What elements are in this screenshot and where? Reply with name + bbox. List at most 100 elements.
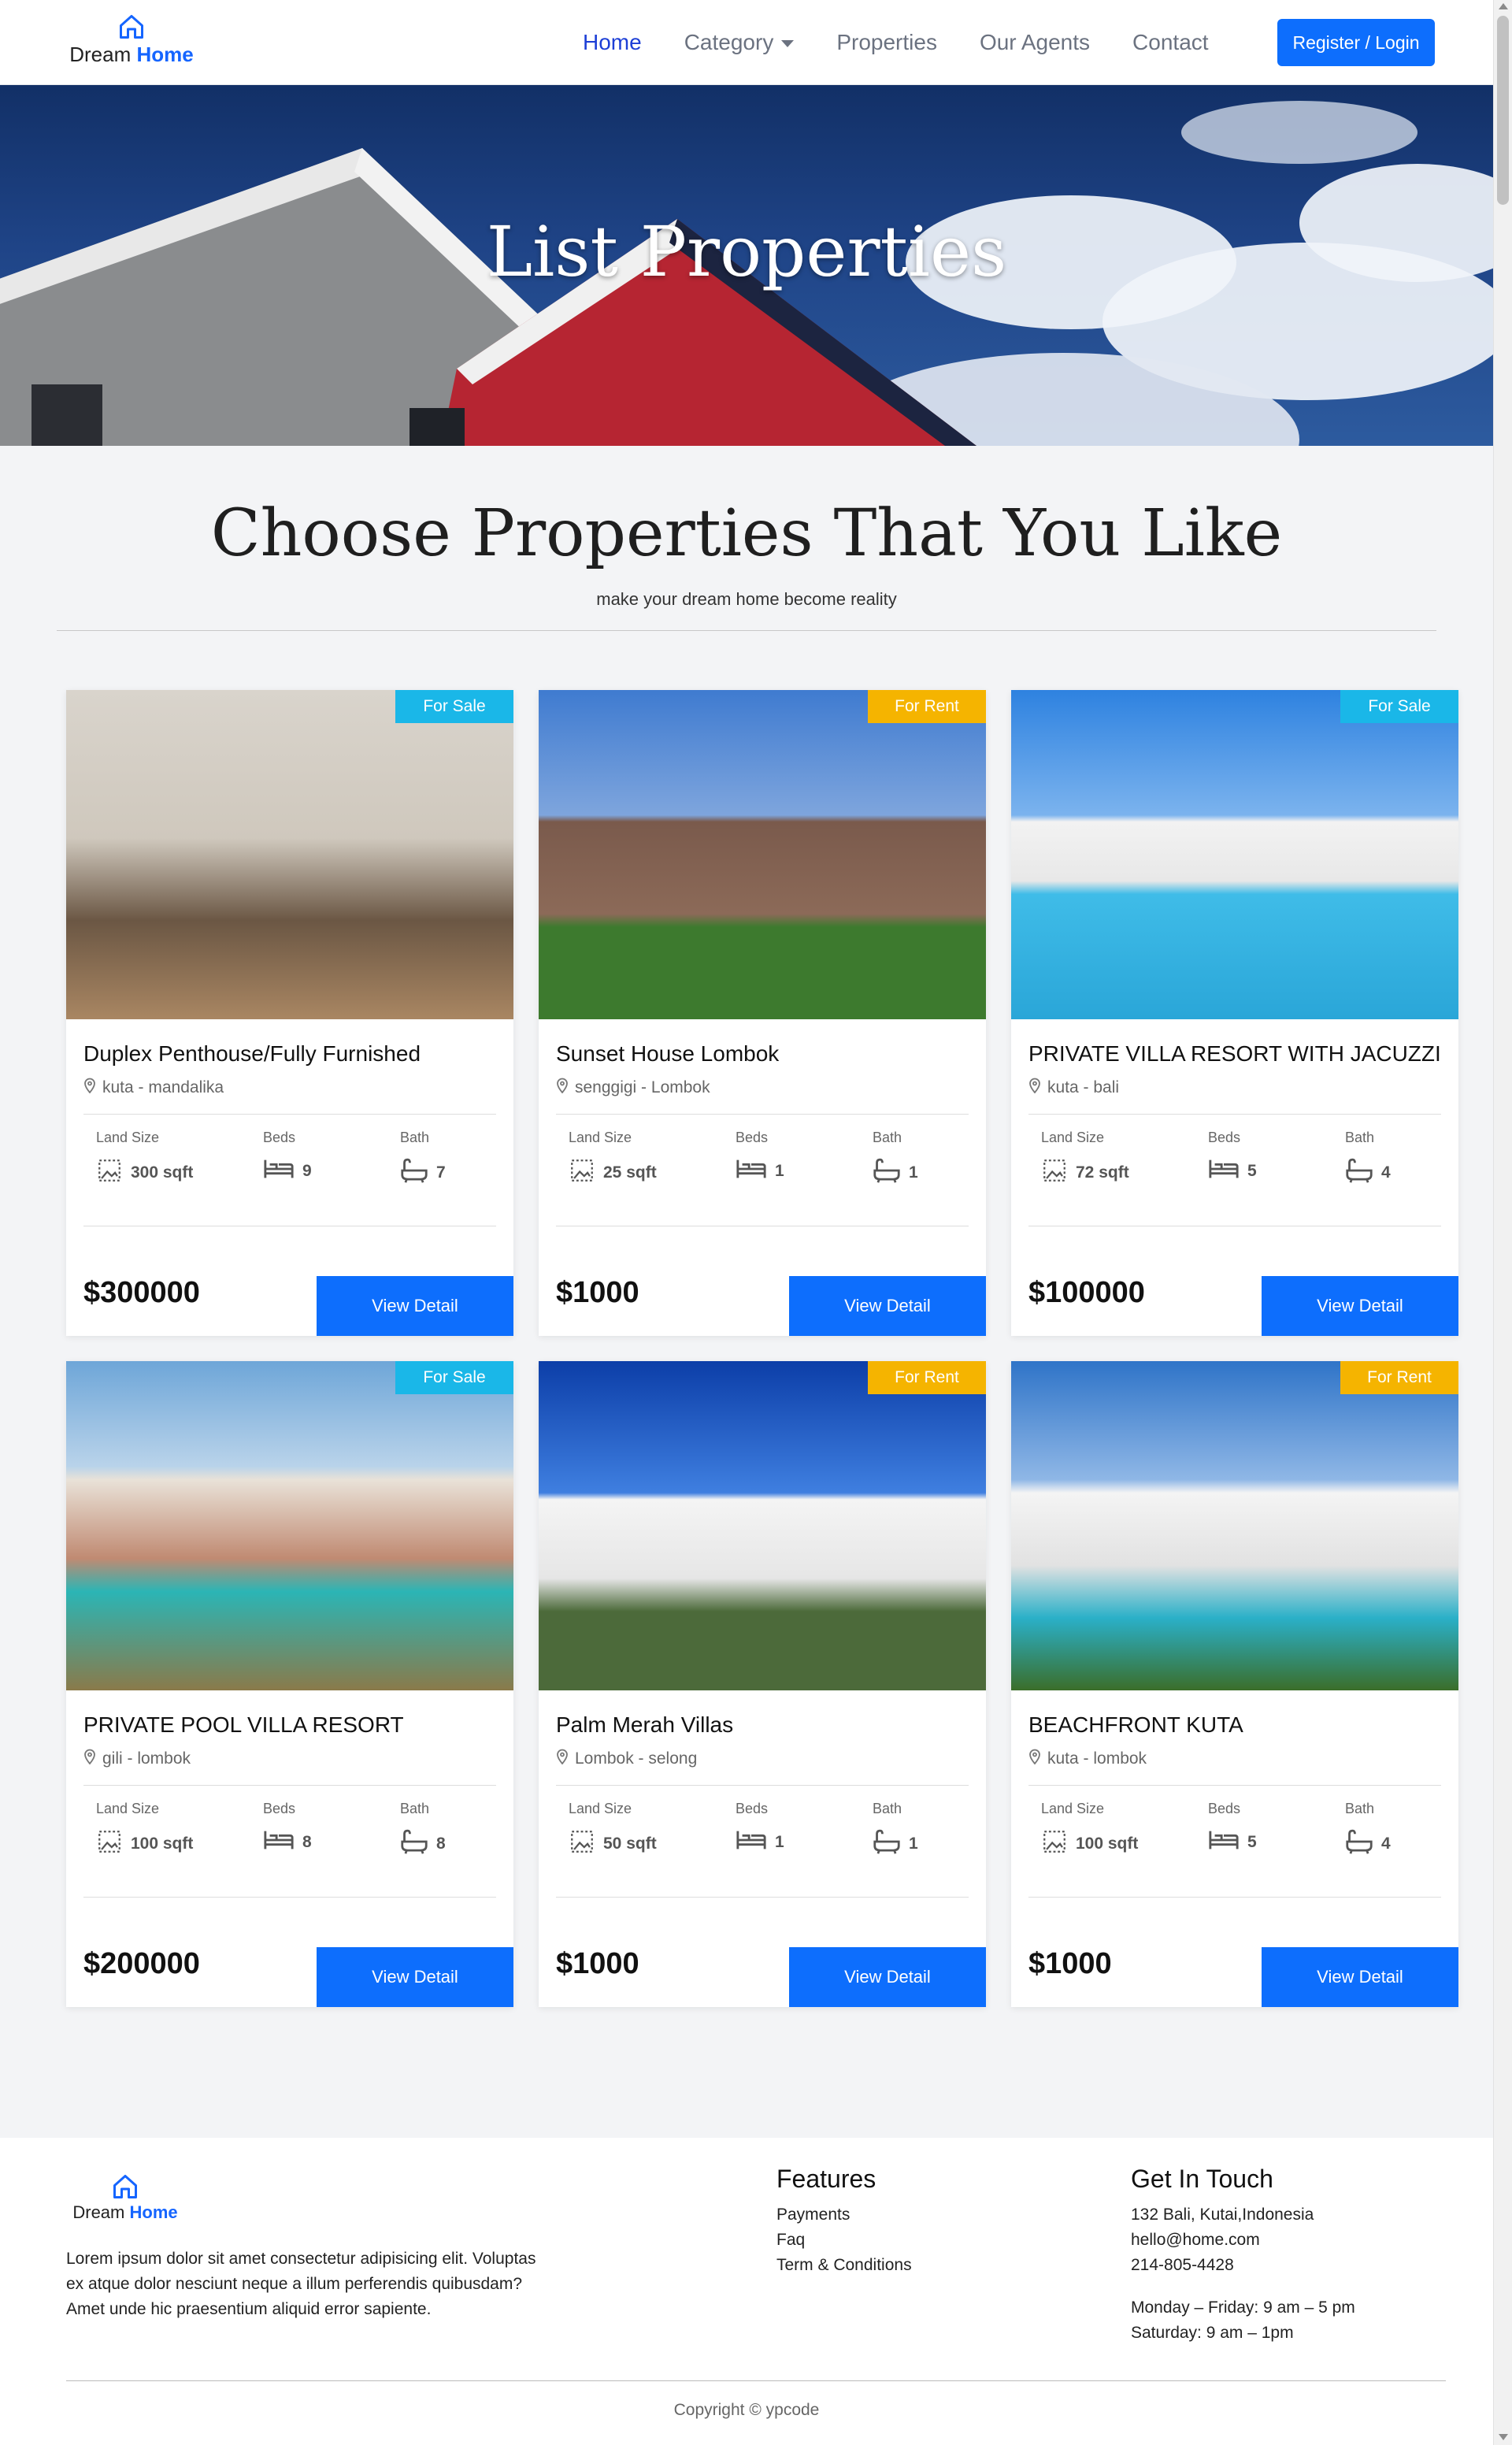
property-image[interactable]: For Rent xyxy=(539,690,986,1019)
property-card[interactable]: For Rent Palm Merah Villas Lombok - selong… xyxy=(539,1361,986,2007)
nav-contact[interactable]: Contact xyxy=(1132,30,1209,55)
card-divider xyxy=(556,1785,969,1786)
footer-brand-part1: Dream xyxy=(72,2202,125,2222)
card-divider xyxy=(556,1897,969,1898)
property-image[interactable]: For Rent xyxy=(539,1361,986,1690)
bed-icon xyxy=(1208,1157,1247,1185)
property-card[interactable]: For Rent BEACHFRONT KUTA kuta - lombok Land… xyxy=(1011,1361,1458,2007)
land-size-value-row: 300 sqft xyxy=(96,1157,193,1189)
property-card[interactable]: For Sale PRIVATE POOL VILLA RESORT gili - … xyxy=(66,1361,513,2007)
footer-email[interactable]: hello@home.com xyxy=(1131,2231,1260,2250)
location-pin-icon xyxy=(556,1749,575,1769)
card-divider xyxy=(83,1785,496,1786)
property-title[interactable]: PRIVATE VILLA RESORT WITH JACUZZI xyxy=(1028,1041,1441,1067)
beds-value-row: 8 xyxy=(263,1828,312,1857)
feature-bath: Bath 8 xyxy=(400,1801,446,1860)
bathtub-icon xyxy=(400,1157,436,1189)
register-login-button[interactable]: Register / Login xyxy=(1277,19,1435,66)
hero-banner: List Properties xyxy=(0,85,1493,446)
feature-bath: Bath 1 xyxy=(873,1130,918,1189)
nav-category-label: Category xyxy=(684,30,774,54)
location-text: kuta - lombok xyxy=(1047,1749,1147,1768)
chevron-down-icon xyxy=(781,40,795,48)
property-title[interactable]: BEACHFRONT KUTA xyxy=(1028,1712,1243,1738)
beds-value: 1 xyxy=(775,1162,784,1180)
property-price: $1000 xyxy=(1028,1947,1112,1980)
location-text: Lombok - selong xyxy=(575,1749,698,1768)
card-divider xyxy=(556,1114,969,1115)
nav-category[interactable]: Category xyxy=(684,30,795,55)
bed-icon xyxy=(263,1828,302,1857)
property-title[interactable]: Palm Merah Villas xyxy=(556,1712,733,1738)
bathtub-icon xyxy=(1345,1157,1381,1189)
footer-link-payments[interactable]: Payments xyxy=(776,2206,850,2224)
feature-beds: Beds 8 xyxy=(263,1801,312,1857)
navbar: Dream Home Home Category Properties Our … xyxy=(0,0,1493,85)
land-size-icon xyxy=(96,1157,131,1189)
property-image[interactable]: For Sale xyxy=(1011,690,1458,1019)
land-size-value: 50 sqft xyxy=(603,1835,657,1853)
beds-label: Beds xyxy=(736,1130,769,1145)
footer: Dream Home Lorem ipsum dolor sit amet co… xyxy=(0,2138,1493,2445)
feature-bath: Bath 4 xyxy=(1345,1801,1391,1860)
bath-value: 8 xyxy=(436,1835,446,1853)
view-detail-button[interactable]: View Detail xyxy=(789,1947,986,2007)
feature-land-size: Land Size 100 sqft xyxy=(1041,1801,1138,1860)
scroll-up-arrow-icon[interactable] xyxy=(1499,3,1508,9)
footer-link-terms[interactable]: Term & Conditions xyxy=(776,2256,912,2275)
scroll-down-arrow-icon[interactable] xyxy=(1499,2434,1508,2440)
feature-land-size: Land Size 100 sqft xyxy=(96,1801,193,1860)
card-divider xyxy=(83,1114,496,1115)
feature-beds: Beds 1 xyxy=(736,1130,784,1185)
section-subtitle: make your dream home become reality xyxy=(596,589,897,609)
page-scrollbar[interactable] xyxy=(1493,0,1512,2445)
view-detail-button[interactable]: View Detail xyxy=(789,1276,986,1336)
location-pin-icon xyxy=(83,1749,102,1769)
beds-value-row: 1 xyxy=(736,1157,784,1185)
bath-value: 1 xyxy=(909,1163,918,1182)
nav-our-agents[interactable]: Our Agents xyxy=(980,30,1090,55)
property-image[interactable]: For Sale xyxy=(66,1361,513,1690)
nav-properties[interactable]: Properties xyxy=(836,30,937,55)
property-card[interactable]: For Sale Duplex Penthouse/Fully Furnished… xyxy=(66,690,513,1336)
property-price: $100000 xyxy=(1028,1276,1145,1309)
bath-label: Bath xyxy=(1345,1801,1375,1816)
property-price: $1000 xyxy=(556,1276,639,1309)
bathtub-icon xyxy=(873,1828,909,1860)
view-detail-button[interactable]: View Detail xyxy=(317,1947,513,2007)
beds-label: Beds xyxy=(263,1801,296,1816)
property-location: Lombok - selong xyxy=(556,1749,697,1769)
footer-brand-logo[interactable]: Dream Home xyxy=(66,2172,184,2223)
location-pin-icon xyxy=(83,1078,102,1098)
view-detail-button[interactable]: View Detail xyxy=(1262,1947,1458,2007)
bed-icon xyxy=(263,1157,302,1185)
brand-logo[interactable]: Dream Home xyxy=(57,13,206,76)
property-title[interactable]: PRIVATE POOL VILLA RESORT xyxy=(83,1712,404,1738)
property-image[interactable]: For Rent xyxy=(1011,1361,1458,1690)
nav-home[interactable]: Home xyxy=(583,30,642,55)
beds-value-row: 5 xyxy=(1208,1157,1257,1185)
property-card[interactable]: For Sale PRIVATE VILLA RESORT WITH JACUZZ… xyxy=(1011,690,1458,1336)
nav-links: Home Category Properties Our Agents Cont… xyxy=(583,27,1251,58)
property-location: kuta - mandalika xyxy=(83,1078,224,1098)
footer-link-faq[interactable]: Faq xyxy=(776,2231,805,2250)
view-detail-button[interactable]: View Detail xyxy=(317,1276,513,1336)
property-card[interactable]: For Rent Sunset House Lombok senggigi - Lo… xyxy=(539,690,986,1336)
property-price: $1000 xyxy=(556,1947,639,1980)
location-text: kuta - mandalika xyxy=(102,1078,224,1096)
land-size-value: 300 sqft xyxy=(131,1163,194,1182)
scroll-thumb[interactable] xyxy=(1497,16,1509,205)
feature-beds: Beds 1 xyxy=(736,1801,784,1857)
location-text: gili - lombok xyxy=(102,1749,191,1768)
property-title[interactable]: Duplex Penthouse/Fully Furnished xyxy=(83,1041,421,1067)
land-size-icon xyxy=(569,1157,603,1189)
view-detail-button[interactable]: View Detail xyxy=(1262,1276,1458,1336)
beds-value-row: 5 xyxy=(1208,1828,1257,1857)
footer-phone[interactable]: 214-805-4428 xyxy=(1131,2256,1234,2275)
beds-value: 1 xyxy=(775,1833,784,1851)
property-title[interactable]: Sunset House Lombok xyxy=(556,1041,779,1067)
status-badge: For Rent xyxy=(868,690,986,723)
property-price: $300000 xyxy=(83,1276,200,1309)
bath-value: 1 xyxy=(909,1835,918,1853)
property-image[interactable]: For Sale xyxy=(66,690,513,1019)
